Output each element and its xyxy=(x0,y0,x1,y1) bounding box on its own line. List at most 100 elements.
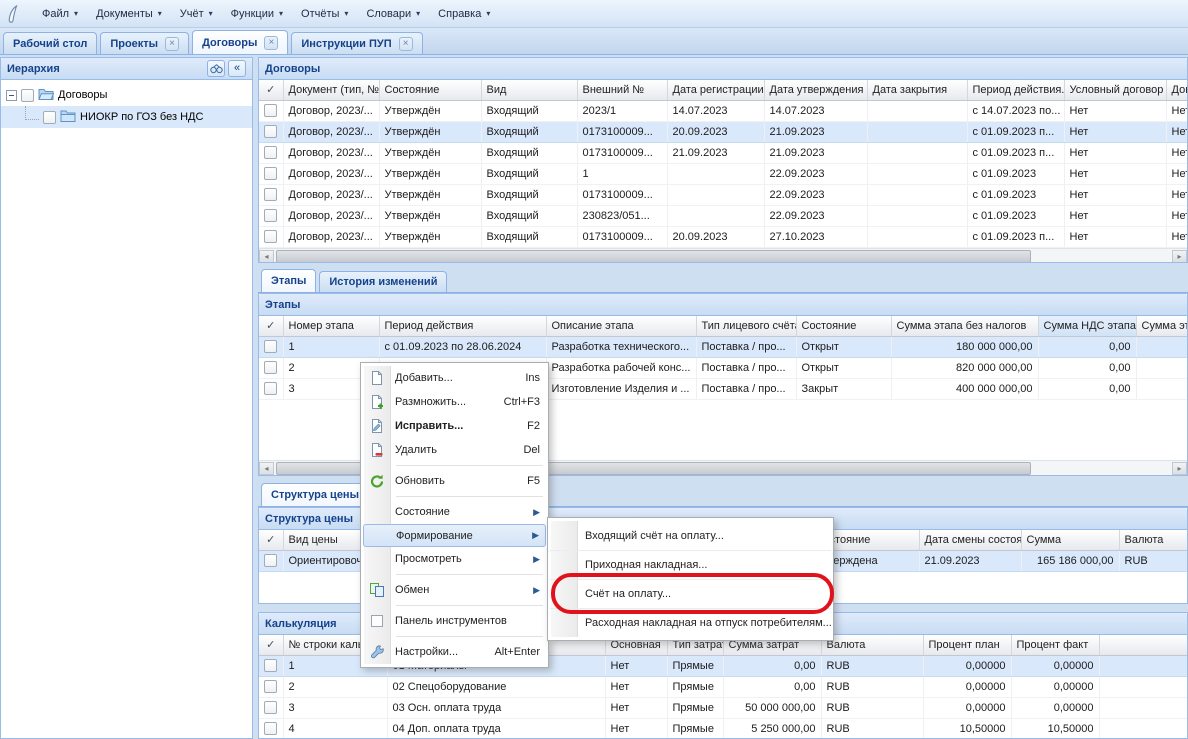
row-checkbox[interactable] xyxy=(264,146,277,159)
context-menu-item[interactable]: Обмен▶ xyxy=(363,578,546,602)
column-header[interactable]: Договор xyxy=(1166,80,1187,100)
column-header[interactable]: Тип лицевого счёта xyxy=(696,316,796,336)
tree-node-root[interactable]: Договоры xyxy=(1,84,252,106)
table-row[interactable]: Договор, 2023/...УтверждёнВходящий017310… xyxy=(259,226,1187,247)
row-checkbox[interactable] xyxy=(264,340,277,353)
column-header[interactable]: Состояние xyxy=(796,316,891,336)
tree-node-checkbox[interactable] xyxy=(21,89,34,102)
submenu-item[interactable]: Расходная накладная на отпуск потребител… xyxy=(550,608,831,637)
row-checkbox[interactable] xyxy=(264,659,277,672)
select-all-header[interactable]: ✓ xyxy=(259,530,283,550)
collapse-node-icon[interactable] xyxy=(6,90,17,101)
scroll-left-icon[interactable]: ◂ xyxy=(259,250,274,263)
row-checkbox[interactable] xyxy=(264,125,277,138)
tree-node-checkbox[interactable] xyxy=(43,111,56,124)
column-header[interactable]: Вид xyxy=(481,80,577,100)
column-header[interactable]: Состояние xyxy=(379,80,481,100)
main-tab[interactable]: Рабочий стол xyxy=(3,32,97,54)
column-header[interactable]: Сумма НДС этапа xyxy=(1038,316,1136,336)
table-row[interactable]: 404 Доп. оплата трудаНетПрямые5 250 000,… xyxy=(259,718,1187,739)
main-tab[interactable]: Проекты× xyxy=(100,32,189,54)
scrollbar-thumb[interactable] xyxy=(276,250,1031,263)
column-header[interactable]: Внешний № xyxy=(577,80,667,100)
tab-close-icon[interactable]: × xyxy=(165,37,179,51)
column-header[interactable]: Дата утверждения xyxy=(764,80,867,100)
submenu-item[interactable]: Входящий счёт на оплату... xyxy=(550,521,831,550)
submenu-item[interactable]: Счёт на оплату... xyxy=(550,579,831,608)
row-checkbox[interactable] xyxy=(264,361,277,374)
select-all-header[interactable]: ✓ xyxy=(259,316,283,336)
row-checkbox[interactable] xyxy=(264,701,277,714)
main-tab[interactable]: Договоры× xyxy=(192,30,288,54)
table-row[interactable]: 1с 01.09.2023 по 28.06.2024Разработка те… xyxy=(259,336,1187,357)
column-header[interactable]: Сумма этапа xyxy=(1136,316,1187,336)
scroll-right-icon[interactable]: ▸ xyxy=(1172,250,1187,263)
context-menu-item[interactable]: Формирование▶ xyxy=(363,524,546,547)
row-checkbox[interactable] xyxy=(264,382,277,395)
menubar-item[interactable]: Справка▾ xyxy=(429,4,499,24)
row-checkbox[interactable] xyxy=(264,680,277,693)
context-menu-item[interactable]: Исправить...F2 xyxy=(363,414,546,438)
table-row[interactable]: Договор, 2023/...УтверждёнВходящий017310… xyxy=(259,121,1187,142)
column-header[interactable]: Валюта xyxy=(821,635,923,655)
contracts-hscrollbar[interactable]: ◂ ▸ xyxy=(259,248,1187,263)
context-menu-item[interactable]: Просмотреть▶ xyxy=(363,547,546,571)
column-header[interactable]: Процент факт xyxy=(1011,635,1099,655)
context-menu-item[interactable]: ОбновитьF5 xyxy=(363,469,546,493)
tree-node-child[interactable]: НИОКР по ГОЗ без НДС xyxy=(1,106,252,128)
row-checkbox[interactable] xyxy=(264,167,277,180)
column-header[interactable]: Валюта xyxy=(1119,530,1187,550)
column-header[interactable]: Дата регистрации. xyxy=(667,80,764,100)
table-row[interactable]: Договор, 2023/...УтверждёнВходящий017310… xyxy=(259,142,1187,163)
row-checkbox[interactable] xyxy=(264,230,277,243)
table-row[interactable]: Договор, 2023/...УтверждёнВходящий230823… xyxy=(259,205,1187,226)
menubar-item[interactable]: Словари▾ xyxy=(357,4,429,24)
main-tab[interactable]: Инструкции ПУП× xyxy=(291,32,422,54)
context-menu-item[interactable]: Состояние▶ xyxy=(363,500,546,524)
submenu-item[interactable]: Приходная накладная... xyxy=(550,550,831,579)
table-row[interactable]: Договор, 2023/...УтверждёнВходящий2023/1… xyxy=(259,100,1187,121)
column-header[interactable]: Описание этапа xyxy=(546,316,696,336)
table-row[interactable]: Договор, 2023/...УтверждёнВходящий1 22.0… xyxy=(259,163,1187,184)
column-header[interactable]: Период действия xyxy=(379,316,546,336)
context-menu-item[interactable]: Размножить...Ctrl+F3 xyxy=(363,390,546,414)
column-header[interactable] xyxy=(1099,635,1187,655)
menubar-item[interactable]: Функции▾ xyxy=(222,4,292,24)
column-header[interactable]: Дата смены состояния xyxy=(919,530,1021,550)
menubar-item[interactable]: Файл▾ xyxy=(33,4,87,24)
table-row[interactable]: 303 Осн. оплата трудаНетПрямые50 000 000… xyxy=(259,697,1187,718)
menubar-item[interactable]: Учёт▾ xyxy=(171,4,222,24)
table-row[interactable]: 202 СпецоборудованиеНетПрямые0,00RUB0,00… xyxy=(259,676,1187,697)
column-header[interactable]: Сумма xyxy=(1021,530,1119,550)
menubar-item[interactable]: Отчёты▾ xyxy=(292,4,357,24)
column-header[interactable]: Документ (тип, № xyxy=(283,80,379,100)
column-header[interactable]: Период действия.. xyxy=(967,80,1064,100)
subtab[interactable]: Этапы xyxy=(261,269,316,292)
collapse-panel-icon[interactable]: « xyxy=(228,60,246,77)
context-menu-item[interactable]: Настройки...Alt+Enter xyxy=(363,640,546,664)
context-menu-item[interactable]: Добавить...Ins xyxy=(363,366,546,390)
row-checkbox[interactable] xyxy=(264,554,277,567)
tab-close-icon[interactable]: × xyxy=(264,36,278,50)
select-all-header[interactable]: ✓ xyxy=(259,80,283,100)
menubar-item[interactable]: Документы▾ xyxy=(87,4,171,24)
column-header[interactable]: Процент план xyxy=(923,635,1011,655)
search-binoculars-icon[interactable] xyxy=(207,60,225,77)
column-header[interactable]: Условный договор xyxy=(1064,80,1166,100)
tab-close-icon[interactable]: × xyxy=(399,37,413,51)
scroll-left-icon[interactable]: ◂ xyxy=(259,462,274,475)
select-all-header[interactable]: ✓ xyxy=(259,635,283,655)
table-row[interactable]: Договор, 2023/...УтверждёнВходящий017310… xyxy=(259,184,1187,205)
column-header[interactable]: Сумма этапа без налогов xyxy=(891,316,1038,336)
column-header[interactable]: Дата закрытия xyxy=(867,80,967,100)
row-checkbox[interactable] xyxy=(264,188,277,201)
row-checkbox[interactable] xyxy=(264,722,277,735)
row-checkbox[interactable] xyxy=(264,209,277,222)
context-menu-item[interactable]: Панель инструментов xyxy=(363,609,546,633)
context-menu-item[interactable]: УдалитьDel xyxy=(363,438,546,462)
scroll-right-icon[interactable]: ▸ xyxy=(1172,462,1187,475)
subtab[interactable]: Структура цены xyxy=(261,483,369,506)
row-checkbox[interactable] xyxy=(264,104,277,117)
subtab[interactable]: История изменений xyxy=(319,271,447,292)
column-header[interactable]: Номер этапа xyxy=(283,316,379,336)
